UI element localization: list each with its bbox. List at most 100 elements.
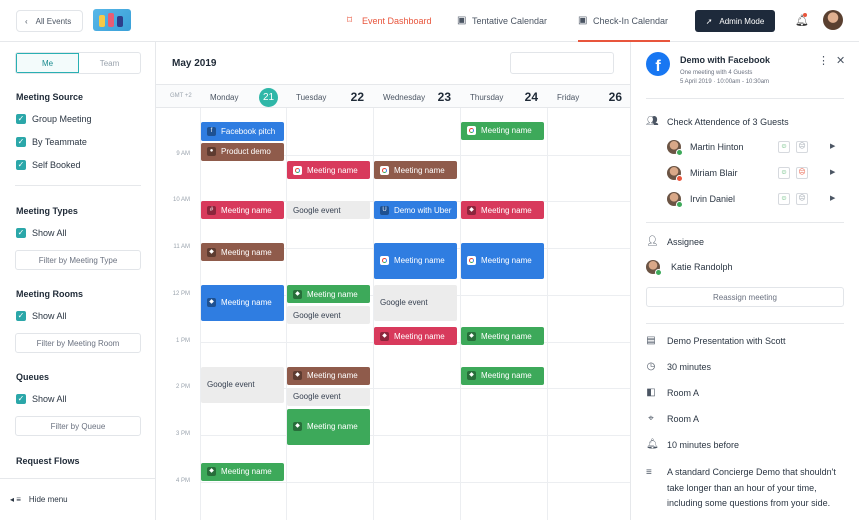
- guest-status-dot: [676, 175, 683, 182]
- calendar-event[interactable]: ◆ Meeting name: [461, 366, 544, 385]
- video-call-icon[interactable]: ▶: [830, 168, 835, 176]
- calendar-event[interactable]: Google event: [287, 306, 370, 325]
- event-title: Meeting name: [221, 298, 272, 308]
- hour-line: [200, 434, 630, 436]
- calendar-event[interactable]: Meeting name: [287, 161, 370, 180]
- mark-no-show-icon[interactable]: ☹: [796, 193, 808, 205]
- event-title: Meeting name: [307, 289, 358, 299]
- group-icon: 👥︎: [646, 116, 659, 127]
- detail-text: 30 minutes: [667, 361, 712, 372]
- mark-no-show-icon[interactable]: ☹: [796, 167, 808, 179]
- day-column-header[interactable]: Tuesday 22: [286, 85, 372, 109]
- calendar-event[interactable]: ◆ Meeting name: [461, 201, 544, 220]
- day-name: Monday: [210, 92, 239, 102]
- guest-avatar: [667, 166, 683, 182]
- hide-menu-button[interactable]: ◂ ≡ Hide menu: [0, 478, 156, 520]
- time-label: 11 AM: [173, 244, 190, 251]
- nav-event-dashboard[interactable]: ⌑ Event Dashboard: [347, 0, 432, 42]
- calendar-event[interactable]: U Demo with Uber: [374, 201, 457, 220]
- calendar-event[interactable]: ◆ Meeting name: [374, 327, 457, 346]
- calendar-event[interactable]: Meeting name: [461, 243, 544, 279]
- check-icon: ✓: [16, 311, 26, 321]
- mark-no-show-icon[interactable]: ☹: [796, 141, 808, 153]
- divider: [646, 98, 844, 99]
- video-call-icon[interactable]: ▶: [830, 142, 835, 150]
- calendar-event[interactable]: ◆ Meeting name: [287, 408, 370, 445]
- mark-attended-icon[interactable]: ☺: [778, 141, 790, 153]
- notification-bell-icon[interactable]: 🔔︎: [795, 14, 809, 27]
- filter-queue-button[interactable]: Filter by Queue: [15, 416, 141, 436]
- nav-label: Check-In Calendar: [593, 16, 669, 26]
- calendar-event[interactable]: Google event: [287, 201, 370, 220]
- app-logo[interactable]: [93, 9, 131, 31]
- filter-meeting-room-button[interactable]: Filter by Meeting Room: [15, 333, 141, 353]
- day-number: 22: [350, 90, 364, 104]
- calendar-event[interactable]: Google event: [374, 285, 457, 321]
- google-icon: [380, 165, 389, 175]
- user-avatar[interactable]: [823, 10, 843, 30]
- day-column-header[interactable]: Wednesday 23: [373, 85, 459, 109]
- close-icon[interactable]: ✕: [836, 54, 845, 67]
- event-title: Google event: [293, 310, 341, 320]
- calendar-event[interactable]: ◆ Meeting name: [287, 285, 370, 304]
- calendar-search-input[interactable]: [510, 52, 614, 74]
- filter-meeting-type-button[interactable]: Filter by Meeting Type: [15, 250, 141, 270]
- toggle-me[interactable]: Me: [16, 53, 79, 73]
- video-call-icon[interactable]: ▶: [830, 194, 835, 202]
- day-column-header[interactable]: Thursday 24: [460, 85, 546, 109]
- calendar-grid[interactable]: 9 AM 10 AM 11 AM 12 PM 1 PM 2 PM 3 PM 4 PM f Face…: [156, 108, 630, 520]
- calendar-event[interactable]: ◆ Meeting name: [201, 462, 284, 481]
- checkbox-group-meeting[interactable]: ✓ Group Meeting: [16, 114, 92, 124]
- time-label: 1 PM: [175, 337, 190, 344]
- admin-mode-button[interactable]: ➚ Admin Mode: [695, 10, 775, 32]
- event-title: Meeting name: [394, 165, 445, 175]
- day-name: Wednesday: [383, 92, 426, 102]
- clock-icon: ◷: [646, 361, 656, 372]
- checkbox-show-all-rooms[interactable]: ✓ Show All: [16, 311, 67, 321]
- time-label: 3 PM: [175, 430, 190, 437]
- assignee-name: Katie Randolph: [671, 262, 733, 272]
- assignee-header: 👤︎ Assignee: [646, 236, 704, 247]
- mark-attended-icon[interactable]: ☺: [778, 167, 790, 179]
- detail-text: Room A: [667, 413, 700, 424]
- reassign-meeting-button[interactable]: Reassign meeting: [646, 287, 844, 307]
- calendar-event[interactable]: Google event: [201, 366, 284, 403]
- checkbox-by-teammate[interactable]: ✓ By Teammate: [16, 137, 87, 147]
- more-options-icon[interactable]: ⋮: [818, 54, 829, 67]
- slack-icon: #: [207, 205, 216, 215]
- checkbox-show-all-types[interactable]: ✓ Show All: [16, 228, 67, 238]
- day-column-header[interactable]: Monday 21: [200, 85, 286, 109]
- nav-tentative-calendar[interactable]: ▣ Tentative Calendar: [457, 0, 547, 42]
- today-date-badge: 21: [259, 87, 278, 107]
- event-title: Meeting name: [481, 371, 532, 381]
- calendar-event[interactable]: Meeting name: [374, 243, 457, 279]
- calendar-event[interactable]: Meeting name: [374, 161, 457, 180]
- checkbox-show-all-queues[interactable]: ✓ Show All: [16, 394, 67, 404]
- door-icon: ◧: [646, 387, 656, 398]
- guest-name: Martin Hinton: [690, 142, 744, 152]
- day-column-header[interactable]: Friday 26: [547, 85, 630, 109]
- toggle-team[interactable]: Team: [79, 53, 140, 73]
- calendar-check-icon: ▣: [578, 15, 588, 26]
- calendar-event[interactable]: ◆ Meeting name: [287, 366, 370, 385]
- meeting-description: A standard Concierge Demo that shouldn't…: [667, 467, 836, 508]
- calendar-event[interactable]: f Facebook pitch: [201, 121, 284, 142]
- calendar-event[interactable]: ● Product demo: [201, 142, 284, 161]
- uber-icon: U: [380, 205, 389, 215]
- google-icon: [380, 256, 389, 266]
- calendar-event[interactable]: # Meeting name: [201, 201, 284, 220]
- calendar-question-icon: ▣: [457, 15, 467, 26]
- calendar-event[interactable]: ◆ Meeting name: [201, 243, 284, 262]
- calendar-event[interactable]: ◆ Meeting name: [461, 327, 544, 346]
- checkbox-self-booked[interactable]: ✓ Self Booked: [16, 160, 81, 170]
- calendar-event[interactable]: Google event: [287, 387, 370, 406]
- mark-attended-icon[interactable]: ☺: [778, 193, 790, 205]
- calendar-day-header: GMT +2 Monday 21 Tuesday 22 Wednesday 23 Thurs…: [156, 84, 630, 108]
- nav-check-in-calendar[interactable]: ▣ Check-In Calendar: [578, 0, 668, 42]
- calendar-event[interactable]: ◆ Meeting name: [201, 285, 284, 321]
- chevron-left-icon: ‹: [25, 16, 28, 26]
- back-to-events-button[interactable]: ‹ All Events: [16, 10, 83, 32]
- calendar-event[interactable]: Meeting name: [461, 121, 544, 140]
- time-label: 12 PM: [172, 290, 190, 297]
- back-label: All Events: [35, 16, 72, 26]
